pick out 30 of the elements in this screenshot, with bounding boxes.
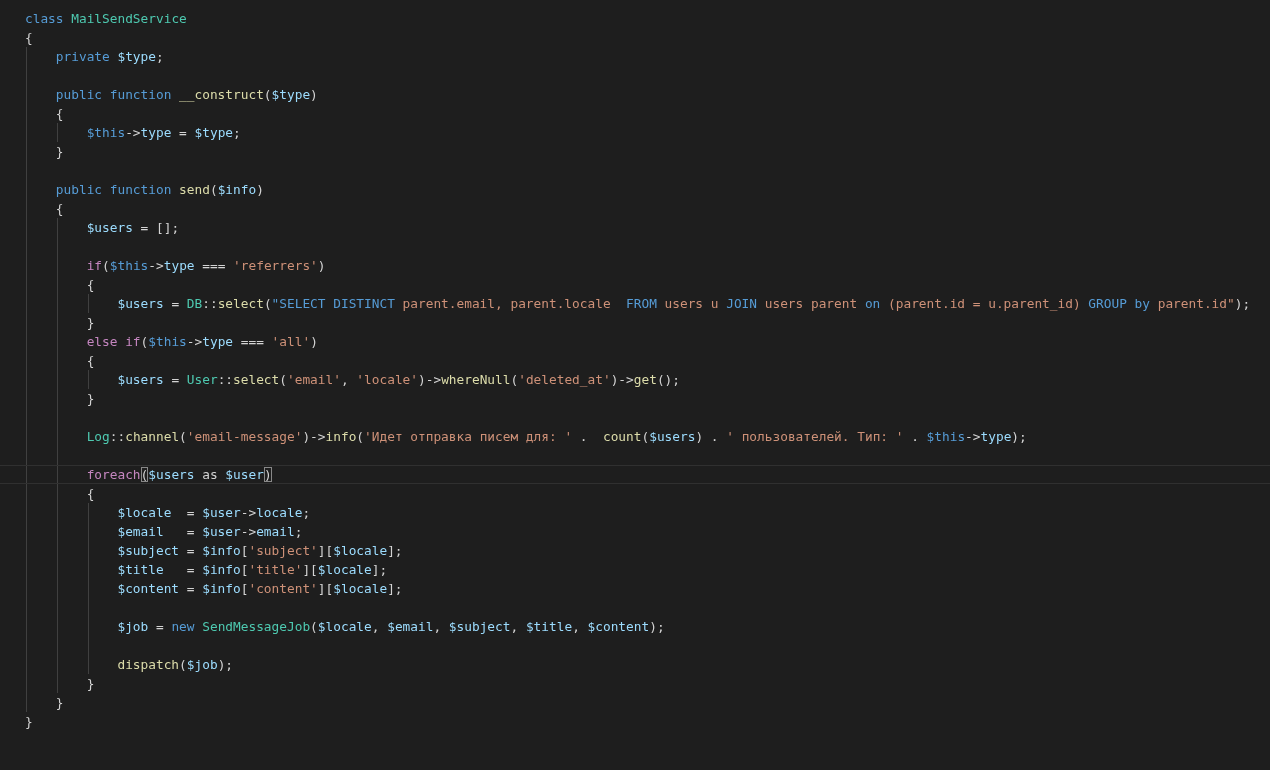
code-line: else if($this->type === 'all')	[86, 333, 318, 351]
code-line: $users = [];	[86, 219, 180, 237]
code-line: $content = $info['content'][$locale];	[117, 580, 403, 598]
code-line: {	[25, 29, 33, 47]
code-line: Log::channel('email-message')->info('Идет отправка писем для: ' . count($users) . ' пользователей. Тип: ' . $this->type);	[86, 428, 1027, 446]
code-line: public function __construct($type)	[55, 86, 318, 104]
code-line: }	[55, 694, 64, 712]
code-line: }	[25, 713, 33, 731]
code-line: $users = DB::select("SELECT DISTINCT parent.email, parent.locale FROM users u JOIN users parent on (parent.id = u.parent_id) GROUP by parent.id");	[117, 295, 1251, 313]
code-line: }	[86, 675, 95, 693]
code-line: dispatch($job);	[117, 656, 234, 674]
code-line: }	[86, 314, 95, 332]
code-line: private $type;	[55, 48, 164, 66]
code-line: }	[86, 390, 95, 408]
code-line: {	[55, 105, 64, 123]
code-line: {	[86, 352, 95, 370]
code-line: {	[86, 276, 95, 294]
code-line: {	[55, 200, 64, 218]
code-line: }	[55, 143, 64, 161]
code-line: $subject = $info['subject'][$locale];	[117, 542, 403, 560]
code-line: {	[86, 485, 95, 503]
code-line: class MailSendService	[25, 10, 187, 28]
code-line: $job = new SendMessageJob($locale, $email, $subject, $title, $content);	[117, 618, 665, 636]
code-line: $locale = $user->locale;	[117, 504, 311, 522]
code-line: $this->type = $type;	[86, 124, 241, 142]
code-line: $users = User::select('email', 'locale')->whereNull('deleted_at')->get();	[117, 371, 680, 389]
code-line: public function send($info)	[55, 181, 264, 199]
code-line: if($this->type === 'referrers')	[86, 257, 326, 275]
code-line: $email = $user->email;	[117, 523, 303, 541]
code-line: $title = $info['title'][$locale];	[117, 561, 388, 579]
